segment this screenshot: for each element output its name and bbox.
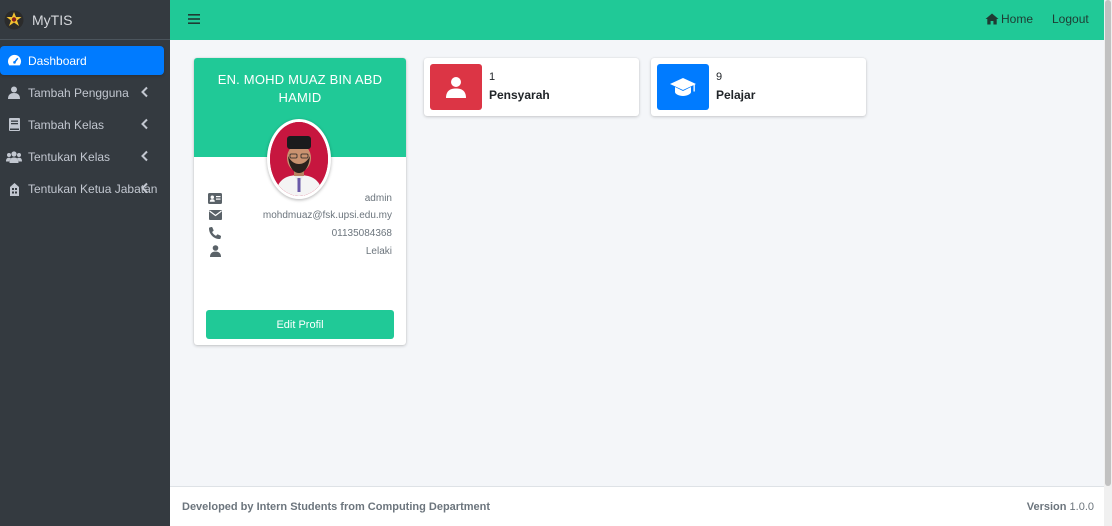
chevron-left-icon	[141, 118, 148, 130]
logo-icon	[4, 10, 24, 29]
chevron-left-icon	[141, 150, 148, 162]
sidebar-item-label: Tambah Pengguna	[28, 85, 129, 100]
sidebar-item-tambah-kelas[interactable]: Tambah Kelas	[0, 110, 164, 139]
tachometer-icon	[6, 53, 22, 69]
profile-phone-row: 01135084368	[208, 225, 392, 241]
edit-profile-button[interactable]: Edit Profil	[206, 310, 394, 339]
version-value: 1.0.0	[1069, 501, 1094, 513]
stat-label: Pensyarah	[489, 88, 550, 102]
sidebar: MyTIS Dashboard Tambah Pengguna Tambah K…	[0, 0, 170, 526]
home-label: Home	[1001, 12, 1034, 26]
profile-gender-row: Lelaki	[208, 243, 392, 259]
profile-phone: 01135084368	[331, 227, 392, 239]
sidebar-item-label: Tentukan Ketua Jabatan	[28, 181, 158, 196]
sidebar-item-label: Tambah Kelas	[28, 117, 105, 132]
user-icon	[6, 85, 22, 101]
logout-link[interactable]: Logout	[1052, 12, 1089, 26]
profile-role-row: admin	[208, 190, 392, 206]
sidebar-item-label: Tentukan Kelas	[28, 149, 111, 164]
sidebar-item-label: Dashboard	[28, 53, 87, 68]
id-card-icon	[208, 191, 222, 205]
profile-email-row: mohdmuaz@fsk.upsi.edu.my	[208, 207, 392, 223]
avatar	[267, 119, 331, 199]
footer: Developed by Intern Students from Comput…	[170, 486, 1104, 526]
sidebar-nav: Dashboard Tambah Pengguna Tambah Kelas T…	[0, 40, 170, 203]
graduation-cap-icon	[670, 78, 696, 96]
top-navbar: Home Logout	[170, 0, 1104, 40]
footer-credit: Developed by Intern Students from Comput…	[182, 501, 491, 513]
stat-label: Pelajar	[716, 88, 756, 102]
scrollbar-thumb[interactable]	[1105, 0, 1111, 486]
sidebar-item-tambah-pengguna[interactable]: Tambah Pengguna	[0, 78, 164, 107]
brand[interactable]: MyTIS	[0, 0, 170, 40]
building-icon	[6, 181, 22, 197]
sidebar-item-dashboard[interactable]: Dashboard	[0, 46, 164, 75]
book-icon	[6, 117, 22, 133]
version-label: Version	[1026, 501, 1067, 513]
stat-box-pelajar[interactable]: 9 Pelajar	[651, 58, 866, 116]
hamburger-menu-icon[interactable]	[188, 13, 200, 25]
profile-name: EN. MOHD MUAZ BIN ABD HAMID	[217, 72, 383, 105]
sidebar-item-tentukan-kelas[interactable]: Tentukan Kelas	[0, 142, 164, 171]
chevron-left-icon	[141, 182, 148, 194]
profile-role: admin	[364, 192, 392, 204]
stat-icon-box	[430, 64, 482, 110]
stat-value: 9	[716, 71, 723, 83]
home-icon	[985, 13, 999, 25]
footer-version: Version 1.0.0	[1027, 501, 1094, 513]
profile-card: EN. MOHD MUAZ BIN ABD HAMID admin mohdmu…	[194, 58, 406, 345]
users-icon	[6, 149, 22, 165]
envelope-icon	[208, 208, 222, 222]
sidebar-item-tentukan-ketua-jabatan[interactable]: Tentukan Ketua Jabatan	[0, 174, 164, 203]
profile-gender: Lelaki	[365, 245, 392, 257]
brand-title: MyTIS	[32, 11, 73, 28]
stat-value: 1	[489, 71, 496, 83]
home-link[interactable]: Home	[985, 12, 1033, 26]
page-scrollbar[interactable]	[1104, 0, 1112, 526]
stat-box-pensyarah[interactable]: 1 Pensyarah	[424, 58, 639, 116]
chevron-left-icon	[141, 86, 148, 98]
phone-icon	[208, 226, 222, 240]
stat-icon-box	[657, 64, 709, 110]
user-icon	[208, 244, 222, 258]
user-icon	[446, 77, 466, 98]
profile-email: mohdmuaz@fsk.upsi.edu.my	[262, 209, 392, 221]
